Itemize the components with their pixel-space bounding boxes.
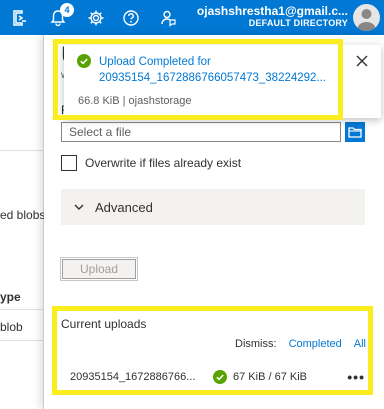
background-text-blobs: ed blobs (0, 208, 46, 222)
notification-title-line2: 20935154_1672886766057473_38224292... (99, 72, 327, 84)
help-icon[interactable] (119, 6, 143, 30)
account-info[interactable]: ojashshrestha1@gmail.c... DEFAULT DIRECT… (197, 4, 348, 29)
upload-item-name: 20935154_1672886766... (70, 371, 196, 383)
dismiss-label: Dismiss: (235, 338, 277, 350)
folder-icon (348, 127, 362, 138)
close-notification-button[interactable] (354, 53, 370, 69)
user-avatar-icon (357, 9, 376, 31)
success-check-icon (213, 370, 227, 384)
background-blade: ed blobs ype blob (0, 35, 46, 409)
account-directory: DEFAULT DIRECTORY (248, 18, 348, 29)
upload-complete-notification[interactable]: Upload Completed for 20935154_1672886766… (64, 45, 381, 118)
cloud-shell-icon[interactable] (8, 6, 32, 30)
notification-title[interactable]: Upload Completed for 20935154_1672886766… (99, 54, 339, 86)
divider (0, 309, 44, 310)
close-icon (356, 55, 368, 67)
upload-item-progress: 67 KiB / 67 KiB (233, 371, 307, 383)
account-email: ojashshrestha1@gmail.c... (196, 4, 348, 18)
settings-icon[interactable] (84, 6, 108, 30)
overwrite-label: Overwrite if files already exist (85, 156, 242, 170)
notification-title-line1: Upload Completed for (99, 56, 211, 68)
file-input-placeholder: Select a file (69, 125, 132, 139)
notification-subtitle: 66.8 KiB | ojashstorage (78, 95, 192, 107)
file-select-input[interactable]: Select a file (61, 122, 341, 142)
current-uploads-title: Current uploads (61, 317, 147, 331)
browse-folder-button[interactable] (345, 122, 365, 142)
advanced-section-toggle[interactable]: Advanced (61, 189, 365, 225)
dismiss-all-link[interactable]: All (354, 338, 366, 350)
success-check-icon (77, 54, 91, 68)
overwrite-checkbox[interactable] (61, 155, 77, 171)
background-cell-blob: blob (0, 320, 23, 334)
advanced-label: Advanced (95, 199, 153, 215)
dismiss-controls: Dismiss: Completed All (235, 338, 366, 350)
divider (0, 150, 44, 151)
background-column-type: ype (0, 290, 21, 304)
avatar[interactable] (353, 4, 380, 31)
notification-count-badge: 4 (60, 3, 74, 17)
portal-top-bar: 4 ojashshrestha1@gmail.c... DEFAULT DIRE… (0, 0, 384, 35)
feedback-icon[interactable] (156, 6, 180, 30)
chevron-down-icon (73, 201, 85, 213)
upload-item: 20935154_1672886766... 67 KiB / 67 KiB •… (70, 369, 365, 385)
upload-button[interactable]: Upload (60, 257, 138, 281)
overwrite-option[interactable]: Overwrite if files already exist (61, 155, 241, 171)
dismiss-completed-link[interactable]: Completed (289, 338, 342, 350)
more-options-button[interactable]: ••• (347, 369, 365, 385)
divider (0, 340, 44, 341)
